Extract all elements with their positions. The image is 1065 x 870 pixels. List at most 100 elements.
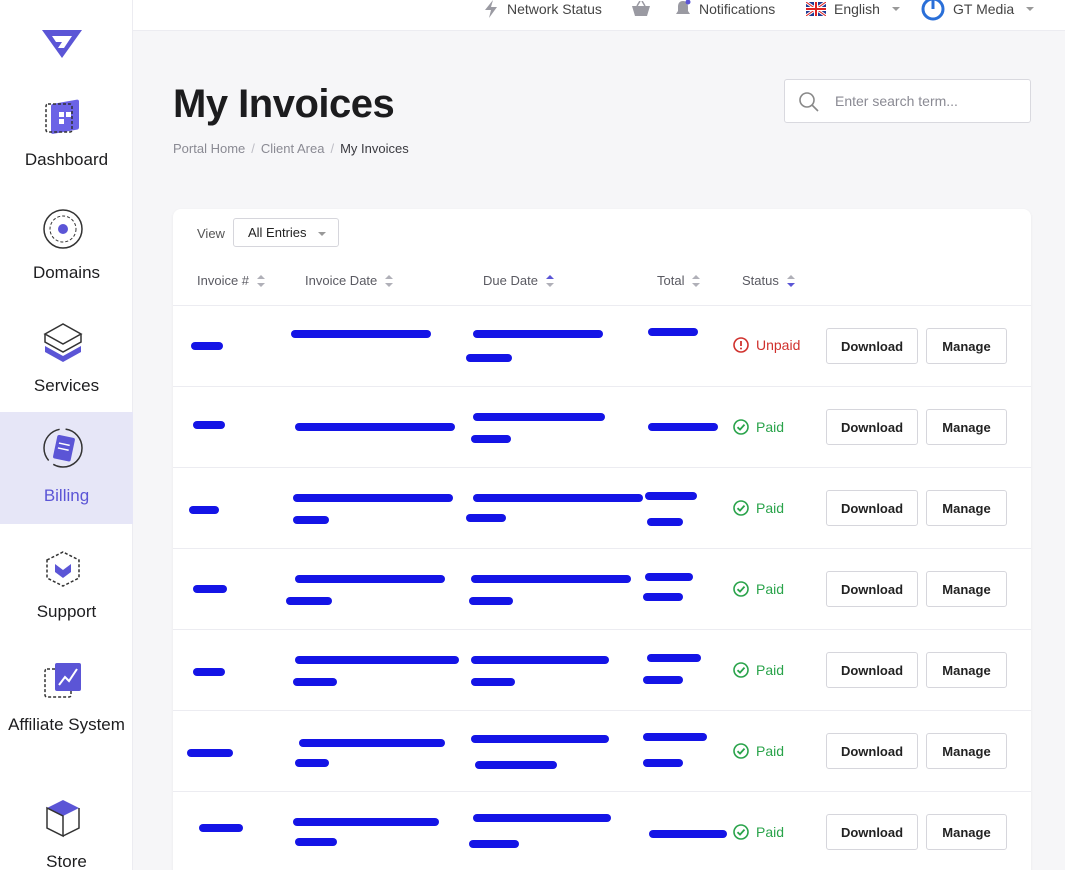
affiliate-chart-icon	[44, 663, 81, 698]
column-header-label: Invoice #	[197, 273, 250, 288]
chevron-down-icon	[891, 7, 900, 11]
layers-icon	[43, 323, 83, 362]
redacted-invoice-date	[293, 678, 337, 686]
sidebar-item-services[interactable]: Services	[0, 312, 133, 424]
sidebar-item-billing[interactable]: Billing	[0, 412, 133, 524]
redacted-invoice-date	[295, 838, 337, 846]
column-header-status[interactable]: Status	[742, 273, 795, 288]
table-row[interactable]: Paid Download Manage	[173, 548, 1031, 629]
redacted-invoice-date	[295, 575, 445, 583]
breadcrumb-portal-home[interactable]: Portal Home	[173, 141, 245, 156]
manage-button[interactable]: Manage	[926, 571, 1007, 607]
column-header-total[interactable]: Total	[657, 273, 701, 288]
search-box[interactable]	[784, 79, 1031, 123]
column-header-invoice-date[interactable]: Invoice Date	[305, 273, 394, 288]
redacted-invoice-number	[187, 749, 233, 757]
sidebar-item-affiliate-system[interactable]: Affiliate System	[0, 651, 133, 763]
redacted-due-date	[469, 597, 513, 605]
redacted-due-date	[469, 840, 519, 848]
manage-button[interactable]: Manage	[926, 490, 1007, 526]
status-label: Paid	[756, 662, 785, 678]
network-status-link[interactable]: Network Status	[483, 0, 602, 18]
breadcrumb-client-area[interactable]: Client Area	[261, 141, 325, 156]
search-input[interactable]	[835, 90, 1020, 112]
check-circle-icon	[733, 743, 749, 759]
redacted-total	[643, 593, 683, 601]
download-button[interactable]: Download	[826, 733, 918, 769]
redacted-invoice-date	[299, 739, 445, 747]
account-menu[interactable]: GT Media	[921, 0, 1035, 22]
redacted-due-date	[473, 814, 611, 822]
redacted-due-date	[475, 761, 557, 769]
redacted-invoice-number	[199, 824, 243, 832]
sidebar-item-label: Services	[33, 376, 100, 395]
status-badge: Paid	[733, 662, 784, 678]
redacted-invoice-date	[295, 656, 459, 664]
status-label: Paid	[756, 500, 785, 516]
view-filter-select[interactable]: All Entries	[233, 218, 339, 247]
manage-button[interactable]: Manage	[926, 733, 1007, 769]
breadcrumb-separator: /	[251, 141, 255, 156]
sidebar-item-support[interactable]: Support	[0, 538, 133, 650]
sidebar-item-label: Billing	[43, 486, 90, 505]
language-label: English	[834, 1, 880, 17]
column-header-label: Due Date	[483, 273, 538, 288]
breadcrumb-current: My Invoices	[340, 141, 409, 156]
basket-icon	[632, 1, 650, 16]
redacted-due-date	[471, 435, 511, 443]
redacted-total	[645, 492, 697, 500]
table-row[interactable]: Unpaid Download Manage	[173, 305, 1031, 386]
download-button[interactable]: Download	[826, 814, 918, 850]
sidebar-item-domains[interactable]: Domains	[0, 199, 133, 311]
status-label: Paid	[756, 419, 785, 435]
sidebar-item-dashboard[interactable]: Dashboard	[0, 86, 133, 198]
status-badge: Paid	[733, 419, 784, 435]
download-button[interactable]: Download	[826, 409, 918, 445]
check-circle-icon	[733, 824, 749, 840]
status-badge: Paid	[733, 743, 784, 759]
breadcrumb: Portal Home / Client Area / My Invoices	[173, 141, 409, 156]
redacted-total	[648, 328, 698, 336]
manage-button[interactable]: Manage	[926, 652, 1007, 688]
check-circle-icon	[733, 662, 749, 678]
manage-button[interactable]: Manage	[926, 328, 1007, 364]
download-button[interactable]: Download	[826, 652, 918, 688]
redacted-invoice-date	[291, 330, 431, 338]
redacted-due-date	[473, 494, 643, 502]
column-header-due-date[interactable]: Due Date	[483, 273, 554, 288]
redacted-total	[649, 830, 727, 838]
table-row[interactable]: Paid Download Manage	[173, 629, 1031, 710]
search-icon	[799, 92, 819, 112]
column-header-label: Total	[657, 273, 685, 288]
redacted-invoice-date	[295, 759, 329, 767]
breadcrumb-separator: /	[330, 141, 335, 156]
power-icon	[921, 0, 945, 21]
cart-link[interactable]	[631, 0, 651, 18]
chevron-down-icon	[318, 232, 326, 236]
column-header-label: Invoice Date	[305, 273, 378, 288]
sidebar-item-label: Dashboard	[24, 150, 109, 169]
sidebar-item-store[interactable]: Store	[0, 788, 133, 870]
column-header-invoice-number[interactable]: Invoice #	[197, 273, 266, 288]
notifications-link[interactable]: Notifications	[675, 0, 775, 18]
redacted-due-date	[473, 413, 605, 421]
download-button[interactable]: Download	[826, 571, 918, 607]
status-label: Paid	[756, 824, 785, 840]
download-button[interactable]: Download	[826, 490, 918, 526]
manage-button[interactable]: Manage	[926, 409, 1007, 445]
invoices-card: View All Entries Invoice # Invoice Date …	[173, 209, 1031, 870]
network-status-label: Network Status	[507, 1, 602, 17]
table-row[interactable]: Paid Download Manage	[173, 791, 1031, 870]
table-row[interactable]: Paid Download Manage	[173, 467, 1031, 548]
notifications-label: Notifications	[699, 1, 776, 17]
status-label: Paid	[756, 743, 785, 759]
billing-icon	[43, 428, 83, 468]
redacted-total	[643, 733, 707, 741]
download-button[interactable]: Download	[826, 328, 918, 364]
language-selector[interactable]: English	[806, 0, 900, 18]
manage-button[interactable]: Manage	[926, 814, 1007, 850]
status-badge: Paid	[733, 581, 784, 597]
table-row[interactable]: Paid Download Manage	[173, 386, 1031, 467]
brand-logo[interactable]	[38, 26, 86, 62]
table-row[interactable]: Paid Download Manage	[173, 710, 1031, 791]
